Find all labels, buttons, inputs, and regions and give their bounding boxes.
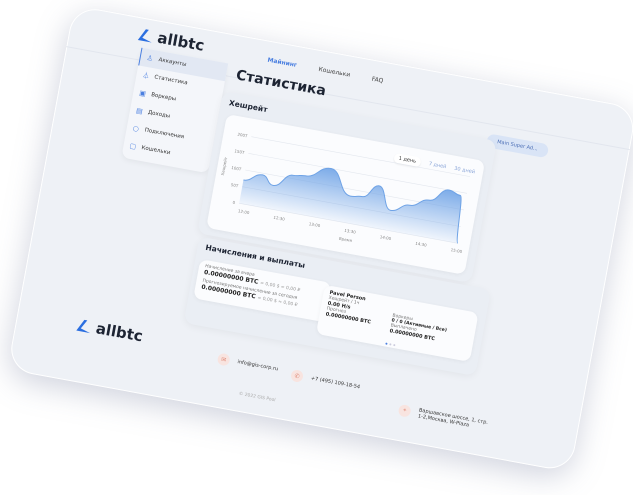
footer-address: ⌖ Варшавское шоссе, 1, стр. 1-2,Москва, W-… xyxy=(397,403,488,432)
connection-icon: ○ xyxy=(132,123,140,133)
x-axis-label: Время xyxy=(339,236,353,243)
location-pin-icon: ⌖ xyxy=(397,403,412,418)
y-tick-label: 200T xyxy=(237,132,248,139)
logo-icon xyxy=(137,29,152,43)
y-tick-label: 0 xyxy=(232,200,236,205)
chart-icon: ⏃ xyxy=(141,70,151,80)
label: Аккаунты xyxy=(158,57,187,68)
label: Доходы xyxy=(147,109,171,120)
label: Кошельки xyxy=(140,145,171,157)
wallet-icon: ▢ xyxy=(128,141,137,151)
earnings-summary-card: Начисление за вчера 0.00000000 BTC ≈ 0,0… xyxy=(193,259,332,323)
y-tick-label: 50T xyxy=(230,182,239,188)
y-axis-label: Хешрейт xyxy=(220,156,228,176)
y-tick-label: 150T xyxy=(234,148,245,155)
logo-icon xyxy=(76,319,91,334)
grid-line xyxy=(251,136,471,177)
y-tick-label: 100T xyxy=(231,165,242,172)
label: Подключения xyxy=(144,127,185,141)
income-icon: ▤ xyxy=(135,106,144,116)
x-tick-label: 13:00 xyxy=(309,221,322,228)
worker-icon: ▣ xyxy=(138,88,147,98)
account-card: Pavel Person Хешрейт / 1ч 0.00 H/s Прогн… xyxy=(315,284,479,362)
phone-text: +7 (495) 109-18-54 xyxy=(310,375,361,391)
brand-name: allbtc xyxy=(94,319,145,346)
x-tick-label: 14:00 xyxy=(379,234,392,241)
x-tick-label: 13:30 xyxy=(344,228,357,235)
x-tick-label: 15:00 xyxy=(450,247,463,254)
user-icon: ♙ xyxy=(146,53,154,63)
label: Воркеры xyxy=(150,92,177,103)
carousel-dots[interactable] xyxy=(385,342,396,347)
hashrate-title: Хешрейт xyxy=(228,98,269,115)
mail-icon: ✉ xyxy=(216,352,231,367)
email-text: info@gis-corp.ru xyxy=(236,359,279,373)
footer-logo: allbtc xyxy=(75,316,145,346)
footer-phone[interactable]: ✆ +7 (495) 109-18-54 xyxy=(290,369,361,393)
x-tick-label: 12:00 xyxy=(238,208,251,215)
footer-email[interactable]: ✉ info@gis-corp.ru xyxy=(216,352,279,376)
copyright: © 2022 GIS Pool xyxy=(238,391,276,404)
x-tick-label: 14:30 xyxy=(415,241,428,248)
tablet-mockup: allbtc Майнинг Кошельки FAQ Main Super A… xyxy=(7,5,633,473)
x-tick-label: 12:30 xyxy=(273,215,286,222)
label: Статистика xyxy=(153,74,189,87)
phone-icon: ✆ xyxy=(290,369,305,383)
